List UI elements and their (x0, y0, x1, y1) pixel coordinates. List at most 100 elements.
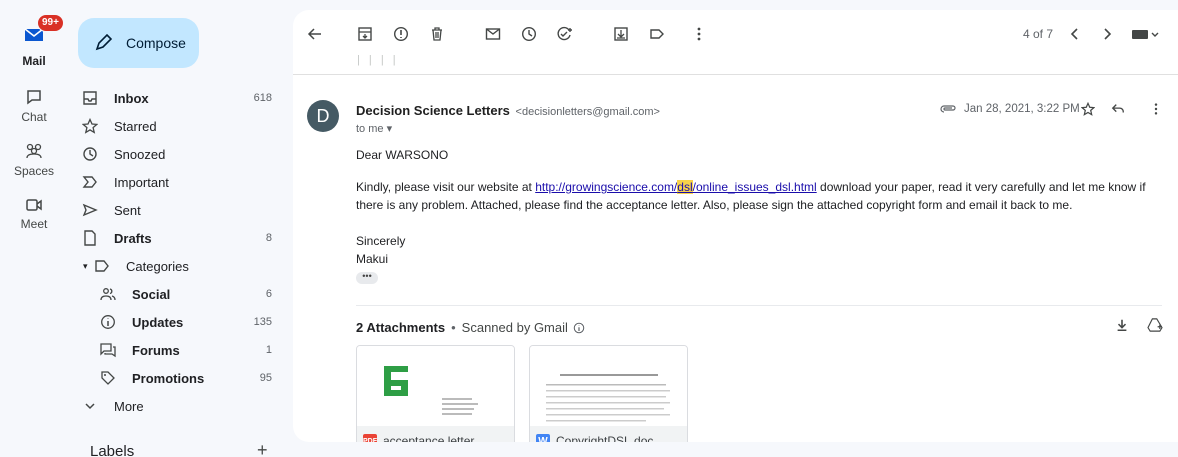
sidebar-item-count: 8 (265, 232, 272, 244)
message-panel: 4 of 7 | | | | D Decision Science Letter… (293, 10, 1178, 442)
rail-mail[interactable]: 99+ Mail (0, 14, 68, 68)
rail-mail-label: Mail (22, 54, 46, 68)
tag-icon (101, 371, 115, 385)
newer-button[interactable] (1065, 24, 1085, 44)
link-part: /online_issues_dsl.html (692, 180, 817, 194)
older-button[interactable] (1097, 24, 1117, 44)
info-icon[interactable] (573, 322, 585, 334)
add-to-drive-button[interactable] (1147, 318, 1163, 337)
message-date: Jan 28, 2021, 3:22 PM (940, 103, 1080, 115)
sidebar-item-count: 95 (259, 372, 272, 384)
keyboard-icon (1132, 30, 1159, 39)
move-to-button[interactable] (611, 24, 631, 44)
sidebar-item-label: Promotions (132, 370, 205, 386)
report-spam-button[interactable] (391, 24, 411, 44)
forum-icon (100, 343, 116, 358)
attachment-footer: W CopyrightDSL.doc (530, 426, 687, 442)
sidebar-nav: Inbox 618 Starred Snoozed Important Sent… (68, 84, 286, 420)
archive-icon (358, 27, 372, 41)
sidebar-item-snoozed[interactable]: Snoozed (68, 140, 286, 168)
attachments-count: 2 Attachments (356, 320, 446, 335)
compose-button[interactable]: Compose (78, 18, 199, 68)
envelope-icon (485, 28, 501, 40)
chevron-right-icon (1104, 28, 1112, 40)
divider (293, 74, 1178, 75)
sidebar-item-starred[interactable]: Starred (68, 112, 286, 140)
sidebar-item-important[interactable]: Important (68, 168, 286, 196)
sidebar-item-label: Important (114, 174, 169, 190)
mail-pill[interactable]: 99+ (17, 14, 64, 50)
star-icon (1080, 101, 1096, 116)
people-icon (100, 288, 116, 301)
growing-science-logo (384, 366, 478, 415)
message-more-button[interactable] (1153, 102, 1159, 121)
previous-message-collapsed[interactable]: | | | | (357, 54, 399, 66)
sidebar-item-drafts[interactable]: Drafts 8 (68, 224, 286, 252)
label-icon (95, 260, 109, 272)
sidebar-item-label: Sent (114, 202, 141, 218)
sidebar-item-promotions[interactable]: Promotions 95 (68, 364, 286, 392)
sidebar-item-forums[interactable]: Forums 1 (68, 336, 286, 364)
archive-button[interactable] (355, 24, 375, 44)
avatar[interactable]: D (307, 100, 339, 132)
signoff: Sincerely (356, 234, 406, 248)
add-task-icon (557, 26, 572, 41)
back-button[interactable] (305, 24, 325, 44)
labels-heading: Labels (90, 443, 135, 457)
info-icon (101, 315, 115, 329)
input-tools-button[interactable] (1129, 24, 1161, 44)
sender-name[interactable]: Decision Science Letters (356, 103, 510, 118)
snooze-button[interactable] (519, 24, 539, 44)
sender-line: Decision Science Letters <decisionletter… (356, 103, 660, 118)
sidebar-item-categories[interactable]: ▾ Categories (68, 252, 286, 280)
spaces-icon (26, 143, 42, 159)
mark-unread-button[interactable] (483, 24, 503, 44)
rail-meet[interactable]: Meet (0, 197, 68, 231)
sidebar-item-inbox[interactable]: Inbox 618 (68, 84, 286, 112)
sidebar-item-more[interactable]: More (68, 392, 286, 420)
clock-icon (83, 147, 97, 161)
paperclip-icon (940, 105, 956, 113)
signature-name: Makui (356, 252, 389, 266)
reply-button[interactable] (1111, 102, 1125, 121)
document-preview (546, 374, 670, 422)
star-button[interactable] (1080, 101, 1096, 121)
date-text: Jan 28, 2021, 3:22 PM (964, 103, 1080, 115)
rail-spaces[interactable]: Spaces (0, 142, 68, 178)
download-all-button[interactable] (1115, 318, 1129, 337)
trash-icon (432, 27, 442, 41)
label-icon (650, 29, 664, 39)
website-link[interactable]: http://growingscience.com/dsl/online_iss… (535, 180, 817, 194)
separator-dot: • (451, 320, 456, 335)
sidebar-item-sent[interactable]: Sent (68, 196, 286, 224)
more-options-button[interactable] (689, 24, 709, 44)
sender-email: <decisionletters@gmail.com> (515, 106, 660, 118)
add-label-button[interactable]: + (257, 440, 268, 457)
show-trimmed-button[interactable]: ••• (356, 272, 378, 284)
attachments-header: 2 Attachments • Scanned by Gmail (356, 320, 585, 335)
rail-chat[interactable]: Chat (0, 88, 68, 124)
recipients-toggle[interactable]: to me ▾ (356, 122, 392, 135)
sidebar-item-social[interactable]: Social 6 (68, 280, 286, 308)
download-icon (1117, 319, 1127, 332)
attachment-name: acceptance letter... (383, 434, 484, 442)
move-to-icon (614, 27, 628, 41)
app-rail: 99+ Mail Chat Spaces Meet (0, 0, 68, 457)
sidebar-item-updates[interactable]: Updates 135 (68, 308, 286, 336)
caret-down-icon[interactable]: ▾ (83, 261, 88, 272)
para-text: Kindly, please visit our website at (356, 180, 536, 194)
sidebar-item-count: 6 (265, 288, 272, 300)
attachment-card-doc[interactable]: W CopyrightDSL.doc (529, 345, 688, 442)
sidebar-item-label: Updates (132, 314, 184, 330)
pager-text: 4 of 7 (1023, 27, 1054, 41)
delete-button[interactable] (427, 24, 447, 44)
rail-chat-label: Chat (21, 110, 47, 124)
sidebar-item-label: Categories (126, 258, 189, 274)
attachment-card-pdf[interactable]: PDF acceptance letter... (356, 345, 515, 442)
label-button[interactable] (647, 24, 667, 44)
add-task-button[interactable] (555, 24, 575, 44)
greeting: Dear WARSONO (356, 148, 449, 162)
send-icon (82, 203, 98, 217)
drive-add-icon (1147, 318, 1163, 332)
sidebar-item-label: Inbox (114, 90, 149, 106)
